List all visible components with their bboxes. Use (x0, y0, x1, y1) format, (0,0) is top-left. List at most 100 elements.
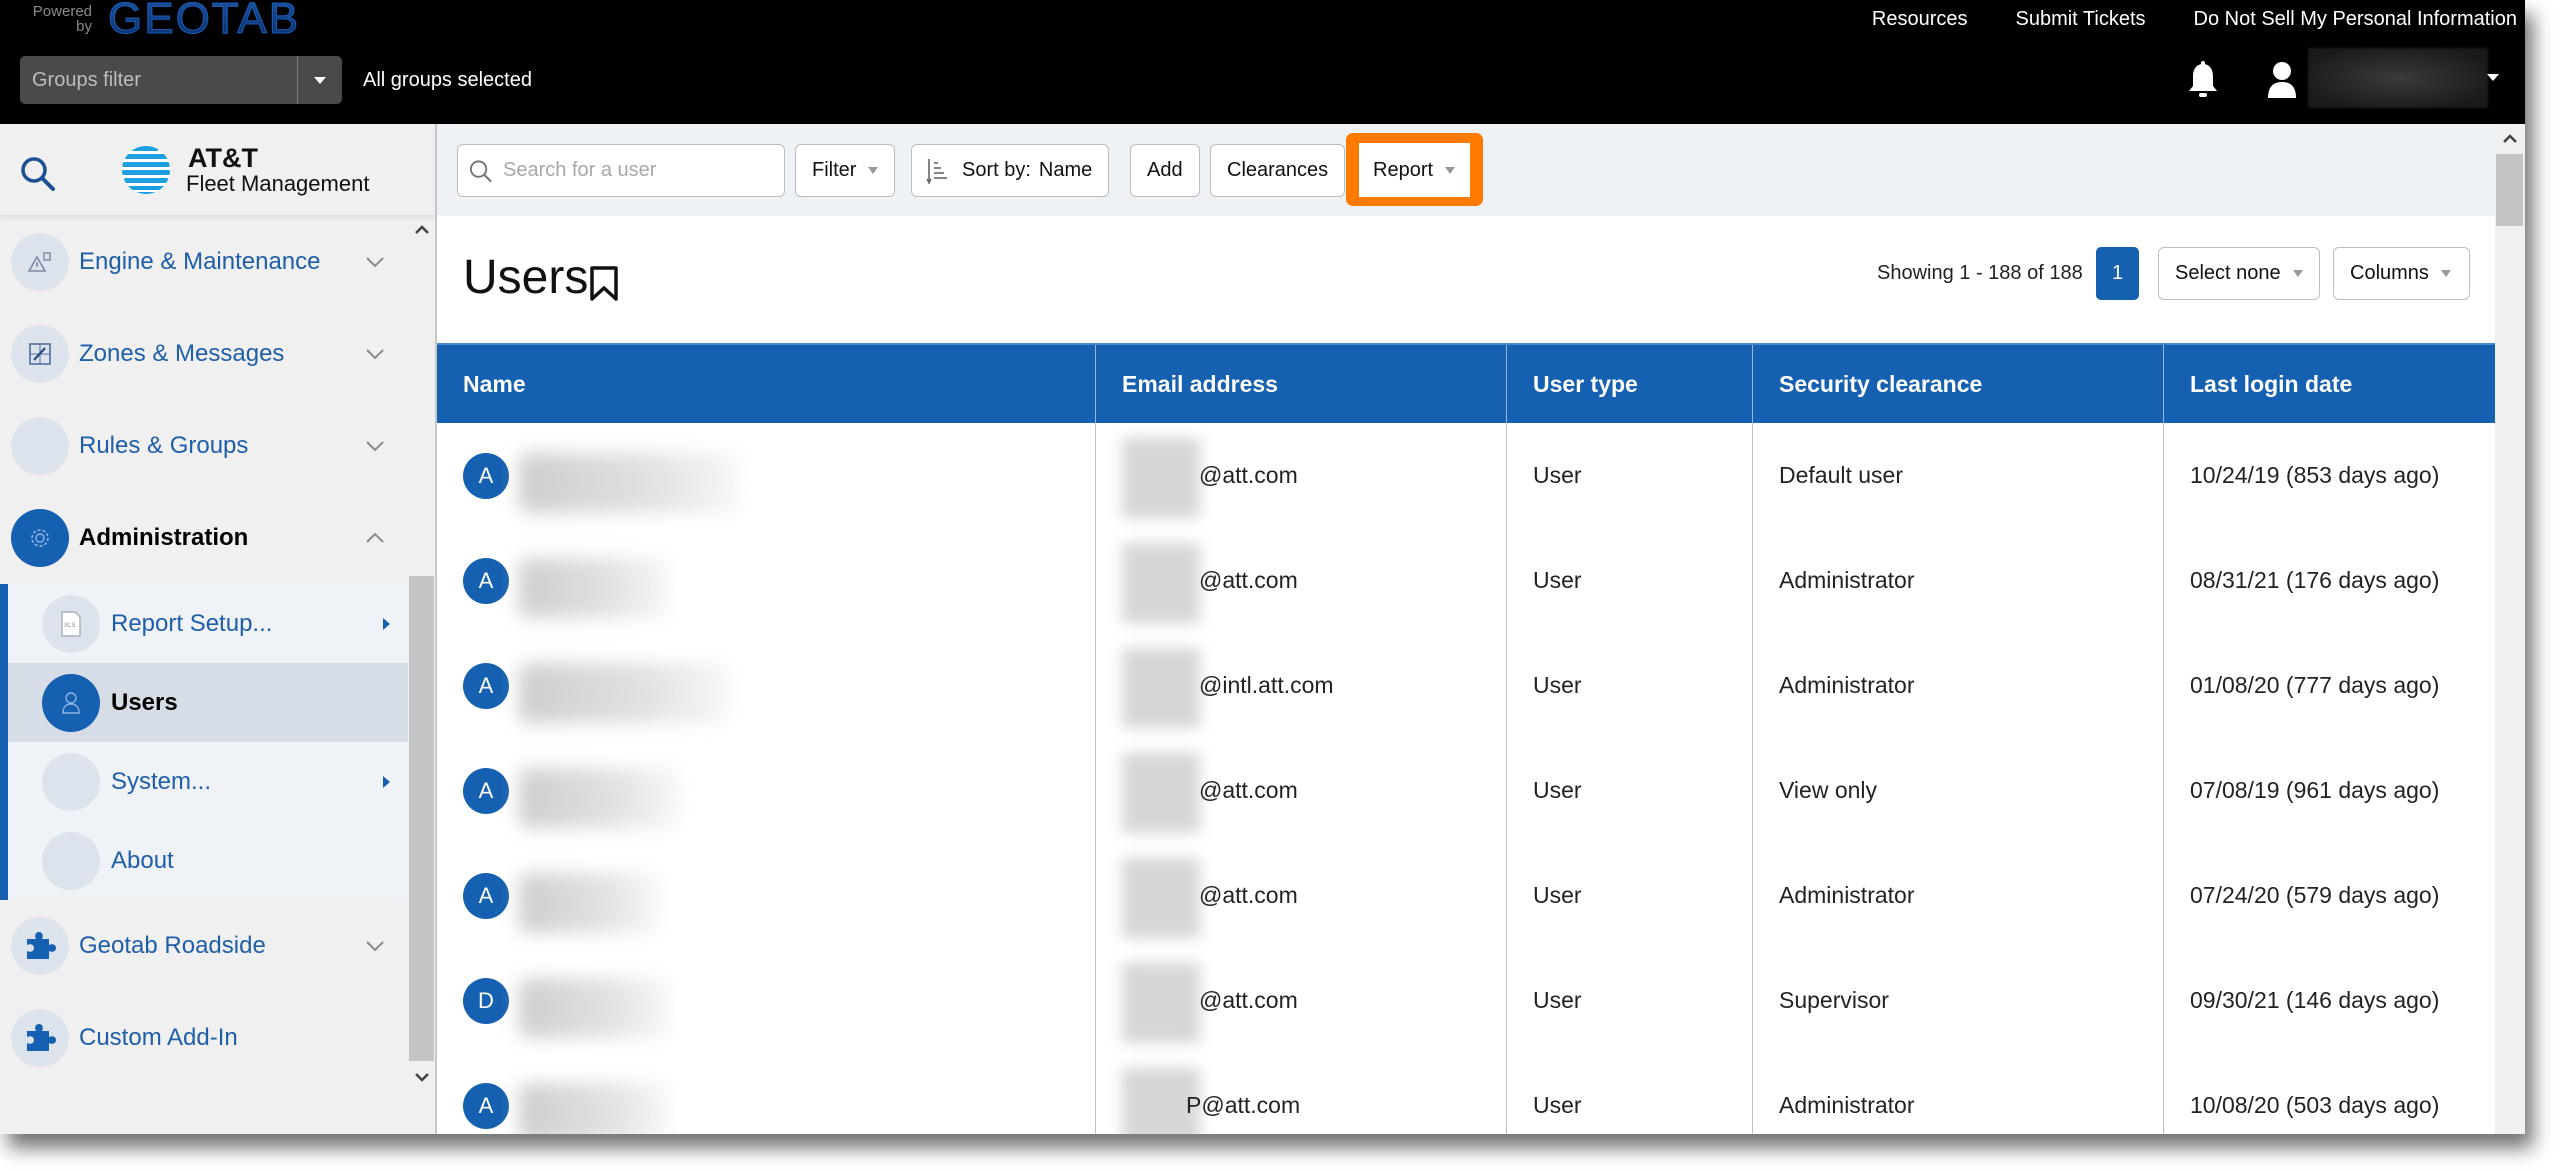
sort-button[interactable]: Sort by: Name (911, 144, 1110, 197)
last-login-cell: 09/30/21 (146 days ago) (2190, 987, 2440, 1013)
sidebar-item-label: Geotab Roadside (79, 932, 266, 959)
user-menu-caret-icon[interactable] (2487, 74, 2499, 81)
select-none-label: Select none (2175, 262, 2281, 284)
redacted-email-prefix (1122, 438, 1200, 518)
redacted-email-prefix (1122, 753, 1200, 833)
sidebar-scroll-up-icon[interactable] (412, 220, 432, 240)
user-name-redacted[interactable] (2308, 48, 2488, 108)
clearances-button[interactable]: Clearances (1210, 144, 1346, 197)
column-header-user-type[interactable]: User type (1507, 345, 1753, 425)
user-icon (62, 691, 80, 714)
app-window: Powered by GEOTAB Groups filter All grou… (0, 0, 2525, 1134)
chevron-down-icon[interactable] (364, 435, 386, 457)
last-login-cell: 07/24/20 (579 days ago) (2190, 882, 2440, 908)
notification-bell-icon[interactable] (2185, 60, 2221, 100)
top-links: Resources Submit Tickets Do Not Sell My … (1872, 0, 2517, 38)
chevron-up-icon[interactable] (364, 527, 386, 549)
table-row[interactable]: A P@att.com User Administrator 10/08/20 … (437, 1053, 2495, 1134)
engine-warning-icon (27, 252, 51, 272)
email-domain: @intl.att.com (1199, 672, 1334, 698)
sidebar-nav: Engine & Maintenance Zones & Messages Ru… (0, 216, 408, 1084)
chevron-down-icon[interactable] (364, 251, 386, 273)
main-scrollbar[interactable] (2495, 124, 2525, 1134)
user-account-icon[interactable] (2265, 60, 2299, 100)
powered-by-label: Powered by (32, 3, 92, 35)
table-row[interactable]: A @att.com User Default user 10/24/19 (8… (437, 423, 2495, 528)
search-input[interactable] (503, 159, 768, 182)
column-header-email[interactable]: Email address (1096, 345, 1507, 425)
sidebar-item-engine-maintenance[interactable]: Engine & Maintenance (0, 216, 408, 308)
report-button[interactable]: Report (1359, 143, 1470, 197)
column-header-name[interactable]: Name (437, 345, 1096, 425)
email-domain: P@att.com (1186, 1092, 1301, 1118)
chevron-down-icon[interactable] (364, 343, 386, 365)
user-type-cell: User (1507, 738, 1753, 843)
table-row[interactable]: A @att.com User Administrator 08/31/21 (… (437, 528, 2495, 633)
table-row[interactable]: D @att.com User Supervisor 09/30/21 (146… (437, 948, 2495, 1053)
caret-down-icon (2440, 270, 2451, 277)
sidebar-item-geotab-roadside[interactable]: Geotab Roadside (0, 900, 408, 992)
do-not-sell-link[interactable]: Do Not Sell My Personal Information (2194, 8, 2517, 31)
page-number-button[interactable]: 1 (2096, 247, 2139, 300)
email-domain: @att.com (1199, 462, 1298, 488)
column-header-last-login[interactable]: Last login date (2164, 345, 2495, 425)
sidebar-item-administration[interactable]: Administration (0, 492, 408, 584)
sidebar-subitem-users[interactable]: Users (8, 663, 408, 742)
search-field[interactable] (457, 144, 785, 197)
groups-filter-dropdown-button[interactable] (298, 56, 342, 104)
user-type-cell: User (1507, 843, 1753, 948)
email-cell: @intl.att.com (1096, 633, 1507, 738)
sidebar-item-rules-groups[interactable]: Rules & Groups (0, 400, 408, 492)
sidebar-item-icon-bg: XLS (42, 594, 100, 653)
table-row[interactable]: A @att.com User View only 07/08/19 (961 … (437, 738, 2495, 843)
user-type-cell: User (1507, 948, 1753, 1053)
clearance-cell: Administrator (1753, 528, 2164, 633)
filter-button[interactable]: Filter (795, 144, 896, 197)
results-count: Showing 1 - 188 of 188 (1877, 262, 2083, 284)
geotab-logo[interactable]: GEOTAB (107, 0, 300, 41)
resources-link[interactable]: Resources (1872, 8, 1968, 31)
email-cell: @att.com (1096, 948, 1507, 1053)
sidebar-subitem-about[interactable]: About (8, 821, 408, 900)
table-row[interactable]: A @att.com User Administrator 07/24/20 (… (437, 843, 2495, 948)
user-type-cell: User (1507, 1053, 1753, 1134)
search-icon[interactable] (18, 154, 58, 194)
column-header-security-clearance[interactable]: Security clearance (1753, 345, 2164, 425)
main-content: Filter Sort by: Name Add Clear (437, 124, 2525, 1134)
last-login-cell: 07/08/19 (961 days ago) (2190, 777, 2440, 803)
columns-dropdown[interactable]: Columns (2333, 247, 2470, 300)
table-header: Name Email address User type Security cl… (437, 343, 2495, 425)
redacted-email-prefix (1122, 543, 1200, 623)
name-cell: A (437, 843, 1096, 948)
bookmark-icon[interactable] (587, 264, 621, 304)
redacted-name (519, 663, 729, 723)
caret-down-icon (2292, 270, 2303, 277)
main-scrollbar-thumb[interactable] (2496, 154, 2523, 226)
table-row[interactable]: A @intl.att.com User Administrator 01/08… (437, 633, 2495, 738)
avatar: D (463, 978, 509, 1024)
submit-tickets-link[interactable]: Submit Tickets (2015, 8, 2145, 31)
chevron-down-icon[interactable] (364, 935, 386, 957)
sidebar-scrollbar-thumb[interactable] (409, 576, 434, 1061)
avatar: A (463, 453, 509, 499)
redacted-name (519, 978, 669, 1038)
avatar: A (463, 768, 509, 814)
select-none-dropdown[interactable]: Select none (2158, 247, 2320, 300)
add-button[interactable]: Add (1130, 144, 1200, 197)
sidebar-item-custom-add-in[interactable]: Custom Add-In (0, 992, 408, 1084)
clearance-cell: Supervisor (1753, 948, 2164, 1053)
att-globe-logo-icon (122, 146, 170, 194)
sidebar-item-zones-messages[interactable]: Zones & Messages (0, 308, 408, 400)
groups-filter[interactable]: Groups filter (20, 56, 342, 104)
scroll-up-icon[interactable] (2501, 130, 2519, 148)
sidebar-subitem-system[interactable]: System... (8, 742, 408, 821)
groups-filter-input[interactable]: Groups filter (20, 56, 298, 104)
sidebar-scroll-down-icon[interactable] (412, 1067, 432, 1087)
sidebar-item-label: Rules & Groups (79, 432, 249, 459)
clearance-cell: Administrator (1753, 843, 2164, 948)
sidebar-item-label: System... (111, 767, 212, 795)
redacted-email-prefix (1122, 648, 1200, 728)
name-cell: A (437, 528, 1096, 633)
sidebar-subitem-report-setup[interactable]: XLS Report Setup... (8, 584, 408, 663)
email-cell: @att.com (1096, 423, 1507, 528)
